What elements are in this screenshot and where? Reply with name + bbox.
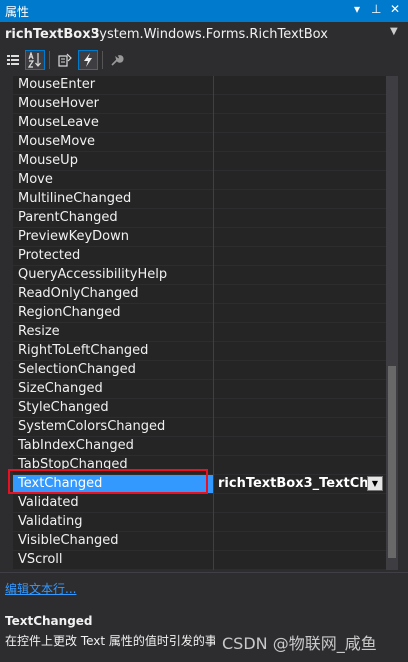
event-name: MultilineChanged: [18, 191, 132, 206]
event-row[interactable]: StyleChanged: [13, 399, 398, 418]
event-handler-value[interactable]: richTextBox3_TextChanged: [218, 476, 368, 492]
dropdown-icon[interactable]: ▾: [354, 2, 360, 16]
event-row[interactable]: PreviewKeyDown: [13, 228, 398, 247]
event-name: Move: [18, 172, 53, 187]
alphabetical-icon: [28, 52, 41, 68]
edit-text-lines-link[interactable]: 编辑文本行...: [5, 580, 76, 597]
event-row[interactable]: SizeChanged: [13, 380, 398, 399]
properties-button[interactable]: [55, 50, 75, 70]
event-row[interactable]: MouseLeave: [13, 114, 398, 133]
event-name: StyleChanged: [18, 400, 109, 415]
chevron-down-icon[interactable]: ▼: [367, 476, 383, 491]
event-row[interactable]: MouseEnter: [13, 76, 398, 95]
event-name: MouseHover: [18, 96, 99, 111]
event-name: MouseEnter: [18, 77, 96, 92]
event-row[interactable]: ReadOnlyChanged: [13, 285, 398, 304]
scrollbar-thumb[interactable]: [388, 366, 396, 558]
event-row[interactable]: Validating: [13, 513, 398, 532]
event-row[interactable]: RightToLeftChanged: [13, 342, 398, 361]
event-name: MouseMove: [18, 134, 96, 149]
event-name: RightToLeftChanged: [18, 343, 149, 358]
grid-gutter: [0, 76, 13, 570]
description-text: 在控件上更改 Text 属性的值时引发的事件。: [5, 634, 215, 648]
event-row[interactable]: ParentChanged: [13, 209, 398, 228]
event-row[interactable]: Resize: [13, 323, 398, 342]
event-name: MouseLeave: [18, 115, 99, 130]
toolbar-separator: [49, 51, 50, 69]
event-row[interactable]: MouseUp: [13, 152, 398, 171]
wrench-icon: [111, 55, 124, 66]
properties-icon: [58, 53, 72, 67]
object-name: richTextBox3: [5, 27, 100, 42]
event-name: Validating: [18, 514, 83, 529]
event-name: VScroll: [18, 552, 63, 567]
description-title: TextChanged: [5, 614, 93, 628]
event-row[interactable]: VisibleChanged: [13, 532, 398, 551]
event-name: SizeChanged: [18, 381, 103, 396]
event-name: SelectionChanged: [18, 362, 136, 377]
event-name: SystemColorsChanged: [18, 419, 166, 434]
event-name: QueryAccessibilityHelp: [18, 267, 168, 282]
event-row[interactable]: QueryAccessibilityHelp: [13, 266, 398, 285]
property-pages-button[interactable]: [107, 50, 127, 70]
event-name: VisibleChanged: [18, 533, 119, 548]
event-row[interactable]: MultilineChanged: [13, 190, 398, 209]
event-name: ReadOnlyChanged: [18, 286, 139, 301]
event-row[interactable]: MouseHover: [13, 95, 398, 114]
event-row[interactable]: Protected: [13, 247, 398, 266]
event-name: PreviewKeyDown: [18, 229, 130, 244]
event-row[interactable]: Validated: [13, 494, 398, 513]
object-selector[interactable]: richTextBox3 System.Windows.Forms.RichTe…: [0, 24, 408, 46]
event-name: RegionChanged: [18, 305, 121, 320]
description-separator: [0, 572, 408, 573]
event-row[interactable]: MouseMove: [13, 133, 398, 152]
object-type: System.Windows.Forms.RichTextBox: [91, 27, 328, 42]
categorized-button[interactable]: [3, 50, 23, 70]
properties-toolbar: [0, 48, 408, 74]
pin-icon[interactable]: ⊥: [371, 2, 381, 16]
categorized-icon: [7, 55, 19, 65]
event-grid: MouseEnter MouseHover MouseLeave MouseMove M…: [0, 76, 398, 570]
event-name: MouseUp: [18, 153, 78, 168]
events-button[interactable]: [78, 50, 98, 70]
watermark: CSDN @物联网_咸鱼: [222, 634, 377, 653]
event-name: Resize: [18, 324, 60, 339]
event-row[interactable]: Move: [13, 171, 398, 190]
event-name: TextChanged: [18, 476, 103, 491]
event-row[interactable]: SystemColorsChanged: [13, 418, 398, 437]
event-row[interactable]: SelectionChanged: [13, 361, 398, 380]
event-row[interactable]: TextChanged richTextBox3_TextChanged▼: [13, 475, 398, 494]
event-name: Protected: [18, 248, 81, 263]
close-icon[interactable]: ✕: [390, 2, 400, 16]
title-bar: 属性 ▾ ⊥ ✕: [0, 0, 408, 22]
vertical-scrollbar[interactable]: [386, 76, 398, 570]
event-name: ParentChanged: [18, 210, 118, 225]
grid-column-divider[interactable]: [213, 76, 214, 570]
chevron-down-icon[interactable]: ▼: [390, 26, 398, 37]
events-icon: [84, 53, 92, 67]
event-name: Validated: [18, 495, 79, 510]
event-row[interactable]: VScroll: [13, 551, 398, 570]
event-row[interactable]: TabIndexChanged: [13, 437, 398, 456]
event-name: TabStopChanged: [18, 457, 128, 472]
event-name: TabIndexChanged: [18, 438, 134, 453]
toolbar-separator: [102, 51, 103, 69]
event-row[interactable]: RegionChanged: [13, 304, 398, 323]
event-row[interactable]: TabStopChanged: [13, 456, 398, 475]
alphabetical-button[interactable]: [25, 50, 45, 70]
window-title: 属性: [5, 5, 30, 19]
